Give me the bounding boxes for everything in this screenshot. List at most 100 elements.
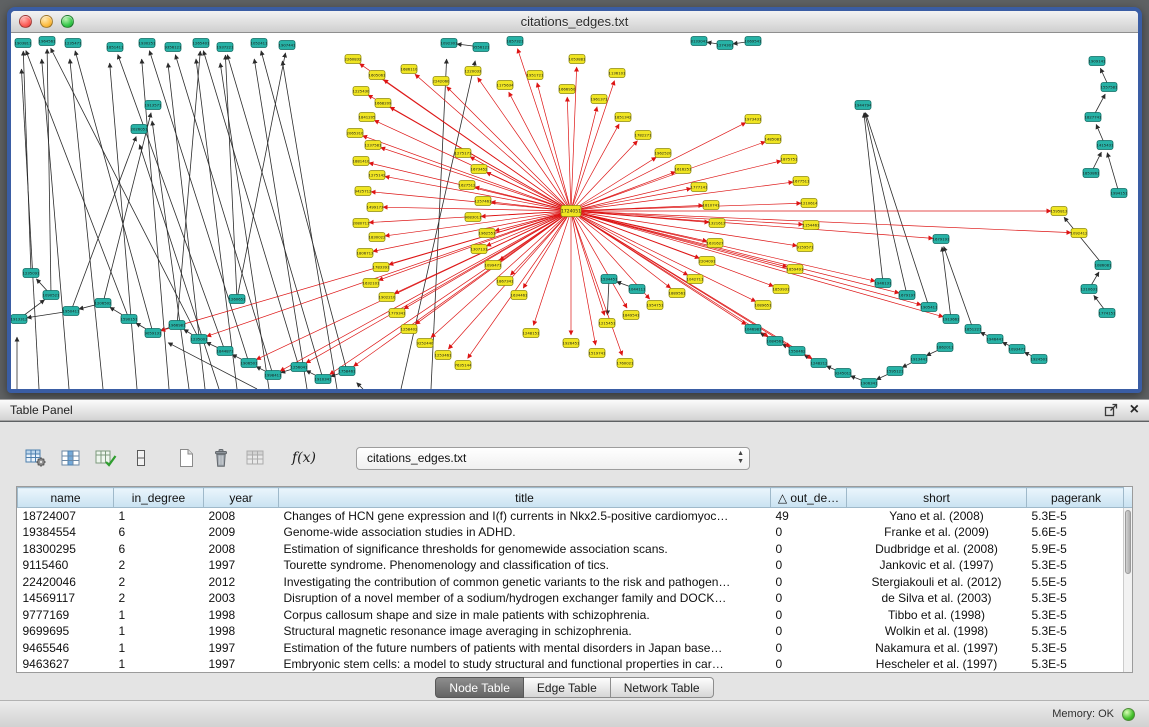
graph-node[interactable]: 1534451: [601, 275, 618, 284]
graph-node[interactable]: 1307131: [471, 245, 488, 254]
graph-node[interactable]: 1964561: [39, 37, 56, 46]
graph-node[interactable]: 1044111: [629, 285, 646, 294]
graph-node[interactable]: 1902210: [379, 293, 396, 302]
graph-node[interactable]: 1758461: [339, 367, 356, 376]
graph-node[interactable]: 1679191: [933, 235, 950, 244]
network-graph[interactable]: 1724051226083216050611225430166820918412…: [11, 33, 1138, 389]
graph-node[interactable]: 1853861: [1083, 169, 1100, 178]
graph-node[interactable]: 1924501: [1031, 355, 1048, 364]
table-cell[interactable]: Structural magnetic resonance image aver…: [279, 623, 771, 640]
graph-node[interactable]: 1175634: [497, 81, 514, 90]
graph-node[interactable]: 1632101: [363, 279, 380, 288]
graph-node[interactable]: 1210631: [1081, 285, 1098, 294]
graph-node[interactable]: 1248151: [523, 329, 540, 338]
table-cell[interactable]: 9115460: [18, 557, 114, 574]
table-row[interactable]: 2242004622012Investigating the contribut…: [18, 574, 1126, 591]
new-table-button[interactable]: [172, 444, 200, 472]
graph-node[interactable]: 1937221: [217, 43, 234, 52]
table-cell[interactable]: Genome-wide association studies in ADHD.: [279, 524, 771, 541]
table-cell[interactable]: 9699695: [18, 623, 114, 640]
graph-node[interactable]: 1052411: [251, 39, 268, 48]
graph-node[interactable]: 8133041: [691, 37, 708, 46]
table-row[interactable]: 1456911722003Disruption of a novel membe…: [18, 590, 1126, 607]
table-cell[interactable]: 14569117: [18, 590, 114, 607]
graph-node[interactable]: 1944794: [855, 101, 872, 110]
table-cell[interactable]: 5.3E-5: [1027, 557, 1126, 574]
column-header-5[interactable]: short: [847, 488, 1027, 508]
graph-node[interactable]: 2026051: [131, 125, 148, 134]
table-cell[interactable]: 2008: [204, 508, 279, 525]
graph-node[interactable]: 1827741: [1085, 113, 1102, 122]
graph-node[interactable]: 1961371: [591, 95, 608, 104]
table-cell[interactable]: 1997: [204, 640, 279, 657]
table-cell[interactable]: 19384554: [18, 524, 114, 541]
graph-node[interactable]: 1906341: [861, 379, 878, 388]
table-cell[interactable]: 6: [114, 541, 204, 558]
table-row[interactable]: 1872400712008Changes of HCN gene express…: [18, 508, 1126, 525]
graph-node[interactable]: 1913441: [911, 355, 928, 364]
graph-node[interactable]: 1321613: [709, 219, 726, 228]
graph-node[interactable]: 1046981: [745, 325, 762, 334]
table-row[interactable]: 1938455462009Genome-wide association stu…: [18, 524, 1126, 541]
table-cell[interactable]: 0: [771, 557, 847, 574]
graph-node[interactable]: 1962520: [655, 149, 672, 158]
table-cell[interactable]: 0: [771, 524, 847, 541]
graph-node[interactable]: 1093471: [1009, 345, 1026, 354]
graph-node[interactable]: 1275171: [455, 149, 472, 158]
graph-node[interactable]: 1905411: [921, 303, 938, 312]
graph-node[interactable]: 1973431: [745, 115, 762, 124]
delete-table-button[interactable]: [207, 444, 235, 472]
table-cell[interactable]: Disruption of a novel member of a sodium…: [279, 590, 771, 607]
table-cell[interactable]: Embryonic stem cells: a model to study s…: [279, 656, 771, 673]
graph-node[interactable]: 1053881: [569, 55, 586, 64]
tab-network-table[interactable]: Network Table: [611, 677, 714, 698]
table-cell[interactable]: Estimation of significance thresholds fo…: [279, 541, 771, 558]
graph-node[interactable]: 1909141: [1089, 57, 1106, 66]
table-cell[interactable]: Tourette syndrome. Phenomenology and cla…: [279, 557, 771, 574]
graph-node[interactable]: 1042711: [687, 275, 704, 284]
graph-node[interactable]: 1634461: [511, 291, 528, 300]
graph-node[interactable]: 1998411: [265, 371, 282, 380]
table-cell[interactable]: 0: [771, 574, 847, 591]
graph-node[interactable]: 1677511: [793, 177, 810, 186]
row-options-button[interactable]: [127, 444, 155, 472]
table-cell[interactable]: 0: [771, 656, 847, 673]
table-cell[interactable]: 5.3E-5: [1027, 590, 1126, 607]
float-panel-icon[interactable]: [1104, 403, 1118, 417]
graph-node[interactable]: 2204091: [699, 257, 716, 266]
graph-node[interactable]: 1260651: [229, 295, 246, 304]
table-cell[interactable]: 5.3E-5: [1027, 508, 1126, 525]
table-cell[interactable]: 0: [771, 607, 847, 624]
graph-node[interactable]: 9245012: [835, 369, 852, 378]
table-cell[interactable]: 49: [771, 508, 847, 525]
table-cell[interactable]: Hescheler et al. (1997): [847, 656, 1027, 673]
table-cell[interactable]: Changes of HCN gene expression and I(f) …: [279, 508, 771, 525]
table-cell[interactable]: 2: [114, 557, 204, 574]
table-cell[interactable]: 0: [771, 590, 847, 607]
graph-node[interactable]: 1631627: [707, 239, 724, 248]
graph-node[interactable]: 9425712: [355, 187, 372, 196]
table-cell[interactable]: 1: [114, 640, 204, 657]
network-window[interactable]: citations_edges.txt 17240512260832160506…: [7, 7, 1142, 393]
graph-node[interactable]: 1069541: [745, 37, 762, 46]
graph-node[interactable]: 1136101: [609, 69, 626, 78]
graph-node[interactable]: 1913571: [145, 101, 162, 110]
table-cell[interactable]: Investigating the contribution of common…: [279, 574, 771, 591]
table-cell[interactable]: 5.5E-5: [1027, 574, 1126, 591]
table-cell[interactable]: 1998: [204, 623, 279, 640]
memory-indicator[interactable]: [1122, 708, 1135, 721]
graph-node[interactable]: 1235091: [23, 269, 40, 278]
table-cell[interactable]: 0: [771, 623, 847, 640]
graph-node[interactable]: 1907441: [279, 41, 296, 50]
column-header-3[interactable]: title: [279, 488, 771, 508]
graph-node[interactable]: 1783391: [373, 263, 390, 272]
graph-node[interactable]: 1235001: [191, 335, 208, 344]
graph-node[interactable]: 1557581: [1101, 83, 1118, 92]
window-close-button[interactable]: [19, 15, 32, 28]
graph-node[interactable]: 1627512: [459, 181, 476, 190]
graph-node[interactable]: 1930251: [139, 39, 156, 48]
table-cell[interactable]: Corpus callosum shape and size in male p…: [279, 607, 771, 624]
table-cell[interactable]: 2: [114, 590, 204, 607]
graph-node[interactable]: 1235471: [65, 39, 82, 48]
import-table-button[interactable]: [242, 444, 270, 472]
